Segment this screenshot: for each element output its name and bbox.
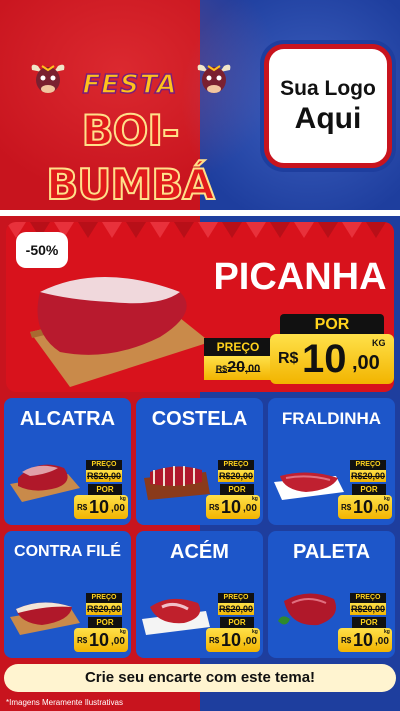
picanha-image bbox=[30, 277, 210, 387]
price-integer: 10 bbox=[302, 337, 347, 381]
discount-badge: -50% bbox=[16, 232, 68, 268]
price-currency: R$ bbox=[209, 503, 220, 512]
product-card-contra-file[interactable]: CONTRA FILÉ PREÇO R$20,00 POR R$ 10 ,00 … bbox=[4, 531, 131, 658]
preco-label: PREÇO bbox=[218, 593, 254, 603]
price-decimal: ,00 bbox=[352, 352, 380, 374]
price-decimal: ,00 bbox=[243, 503, 257, 514]
price-currency: R$ bbox=[341, 636, 352, 645]
price-currency: R$ bbox=[341, 503, 352, 512]
price-tag: R$ 10 ,00 kg bbox=[206, 495, 260, 519]
product-card-alcatra[interactable]: ALCATRA PREÇO R$20,00 POR R$ 10 ,00 kg bbox=[4, 398, 131, 525]
product-card-costela[interactable]: COSTELA PREÇO R$20,00 POR R$ 10 ,00 kg bbox=[136, 398, 263, 525]
alcatra-image bbox=[10, 464, 80, 502]
por-label: POR bbox=[88, 484, 122, 495]
price-tag: R$ 10 ,00 kg bbox=[206, 628, 260, 652]
disclaimer-text: *Imagens Meramente Ilustrativas bbox=[6, 698, 123, 707]
price-unit: kg bbox=[384, 496, 390, 502]
cta-banner[interactable]: Crie seu encarte com este tema! bbox=[4, 664, 396, 692]
por-label: POR bbox=[220, 617, 254, 628]
price-tag: R$ 10 ,00 kg bbox=[74, 495, 128, 519]
price-integer: 10 bbox=[89, 497, 110, 517]
product-name: CONTRA FILÉ bbox=[14, 543, 121, 560]
hero-product-card[interactable]: -50% PICANHA POR PREÇO R$20,00 R$ 10 ,00… bbox=[6, 222, 394, 392]
product-card-paleta[interactable]: PALETA PREÇO R$20,00 POR R$ 10 ,00 kg bbox=[268, 531, 395, 658]
por-label: POR bbox=[88, 617, 122, 628]
preco-label: PREÇO bbox=[218, 460, 254, 470]
acem-image bbox=[142, 598, 210, 635]
old-price: R$20,00 bbox=[218, 603, 254, 615]
product-card-acem[interactable]: ACÉM PREÇO R$20,00 POR R$ 10 ,00 kg bbox=[136, 531, 263, 658]
price-decimal: ,00 bbox=[111, 636, 125, 647]
old-dec: ,00 bbox=[245, 363, 261, 375]
old-price: R$20,00 bbox=[350, 603, 386, 615]
old-price: R$20,00 bbox=[86, 470, 122, 482]
fraldinha-image bbox=[274, 472, 344, 500]
hero-old-price: R$20,00 bbox=[204, 356, 272, 380]
old-price: R$20,00 bbox=[350, 470, 386, 482]
preco-label: PREÇO bbox=[86, 593, 122, 603]
price-unit: kg bbox=[120, 496, 126, 502]
hero-product-name: PICANHA bbox=[213, 256, 387, 298]
price-currency: R$ bbox=[77, 503, 88, 512]
price-unit: KG bbox=[372, 338, 386, 348]
preco-label: PREÇO bbox=[350, 593, 386, 603]
price-unit: kg bbox=[252, 496, 258, 502]
product-name: FRALDINHA bbox=[281, 409, 382, 428]
product-name: COSTELA bbox=[151, 408, 248, 430]
price-currency: R$ bbox=[278, 350, 299, 367]
price-tag: R$ 10 ,00 kg bbox=[74, 628, 128, 652]
price-integer: 10 bbox=[89, 630, 110, 650]
price-unit: kg bbox=[384, 629, 390, 635]
product-name: ACÉM bbox=[170, 541, 229, 563]
logo-text-line2: Aqui bbox=[294, 102, 362, 135]
price-integer: 10 bbox=[221, 497, 242, 517]
price-decimal: ,00 bbox=[243, 636, 257, 647]
old-price: R$20,00 bbox=[86, 603, 122, 615]
price-unit: kg bbox=[252, 629, 258, 635]
old-price: R$20,00 bbox=[218, 470, 254, 482]
por-label: POR bbox=[220, 484, 254, 495]
product-name: PALETA bbox=[292, 541, 371, 563]
logo-text-line1: Sua Logo bbox=[280, 77, 376, 100]
por-label: POR bbox=[352, 617, 386, 628]
old-int: 20 bbox=[227, 359, 245, 376]
price-unit: kg bbox=[120, 629, 126, 635]
preco-label: PREÇO bbox=[350, 460, 386, 470]
contra-file-image bbox=[10, 602, 80, 635]
festa-title: FESTA bbox=[82, 69, 178, 101]
paleta-image bbox=[278, 593, 336, 626]
price-decimal: ,00 bbox=[375, 636, 389, 647]
price-integer: 10 bbox=[353, 630, 374, 650]
price-decimal: ,00 bbox=[111, 503, 125, 514]
product-name: ALCATRA bbox=[19, 408, 116, 430]
price-currency: R$ bbox=[77, 636, 88, 645]
old-currency: R$ bbox=[215, 364, 228, 374]
logo-placeholder[interactable]: Sua Logo Aqui bbox=[264, 44, 392, 168]
bull-head-icon bbox=[31, 64, 65, 93]
product-card-fraldinha[interactable]: FRALDINHA PREÇO R$20,00 POR R$ 10 ,00 kg bbox=[268, 398, 395, 525]
por-label: POR bbox=[352, 484, 386, 495]
price-integer: 10 bbox=[221, 630, 242, 650]
costela-image bbox=[144, 466, 210, 500]
hero-price-tag: R$ 10 ,00 KG bbox=[270, 334, 394, 384]
hero-preco-label: PREÇO bbox=[204, 338, 272, 356]
header-banner: FESTA BOI-BUMBÁ Sua Logo Aqui bbox=[0, 0, 400, 210]
price-tag: R$ 10 ,00 kg bbox=[338, 628, 392, 652]
price-tag: R$ 10 ,00 kg bbox=[338, 495, 392, 519]
boi-bumba-title: BOI-BUMBÁ bbox=[45, 105, 215, 210]
price-currency: R$ bbox=[209, 636, 220, 645]
hero-por-label: POR bbox=[280, 314, 384, 336]
preco-label: PREÇO bbox=[86, 460, 122, 470]
bull-head-icon bbox=[197, 64, 231, 93]
festa-boi-bumba-logo: FESTA BOI-BUMBÁ bbox=[6, 58, 254, 210]
price-decimal: ,00 bbox=[375, 503, 389, 514]
divider-stripe bbox=[0, 210, 400, 216]
price-integer: 10 bbox=[353, 497, 374, 517]
